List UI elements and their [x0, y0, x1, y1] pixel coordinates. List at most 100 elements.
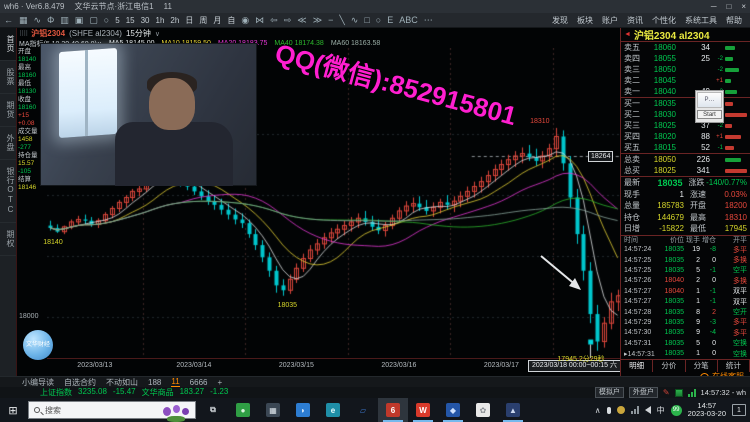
trade-row: 14:57:30180359-4多平: [621, 328, 750, 338]
watch-tab-不动如山[interactable]: 不动如山: [106, 377, 138, 388]
app-chat-icon[interactable]: ◗: [288, 398, 318, 422]
back-icon[interactable]: ←: [4, 14, 13, 27]
taskview-icon[interactable]: ⧉: [198, 398, 228, 422]
app-wh6-icon[interactable]: 6: [378, 398, 408, 422]
tray-badge[interactable]: 99: [671, 405, 682, 416]
minimize-button[interactable]: ─: [711, 2, 717, 11]
menu-账户[interactable]: 账户: [602, 15, 618, 26]
tray-caret-icon[interactable]: ∧: [595, 406, 601, 415]
chart-area[interactable]: ⠿⠿ 沪铝2304 (SHFE al2304) 15分钟 ∨ MA指标(5,10…: [16, 28, 620, 376]
sim-account-button[interactable]: 模拟户: [595, 387, 624, 398]
period-button-月[interactable]: 月: [213, 15, 221, 26]
search-highlight-image[interactable]: [159, 403, 193, 422]
microphone-icon[interactable]: [607, 407, 611, 414]
trade-oi-change: -1: [700, 288, 716, 295]
maximize-button[interactable]: □: [726, 2, 731, 11]
trade-time: 14:57:27: [624, 288, 658, 295]
app-explorer-icon[interactable]: ▱: [348, 398, 378, 422]
chevron-down-icon[interactable]: ∨: [155, 30, 160, 38]
ask-levels: 卖五1806034卖四1805525-2卖三18050-2卖二18045+1卖一…: [621, 42, 750, 97]
period-button-自[interactable]: 自: [227, 15, 235, 26]
popup-start-button[interactable]: Start: [697, 110, 722, 119]
minus-icon[interactable]: −: [328, 14, 333, 27]
sidebar-item-期货[interactable]: 期货: [0, 94, 16, 127]
watch-tab-11[interactable]: 11: [171, 377, 179, 387]
wave-icon[interactable]: ∿: [351, 14, 359, 27]
latency-value: 11: [164, 2, 172, 11]
refresh-icon[interactable]: ○: [104, 14, 109, 27]
sidebar-item-外盘[interactable]: 外盘: [0, 127, 16, 160]
watch-tab-188[interactable]: 188: [148, 378, 161, 387]
webcam-video-overlay[interactable]: [41, 44, 256, 185]
abc-tool-icon[interactable]: ABC: [399, 14, 418, 27]
image-icon[interactable]: ▣: [75, 14, 84, 27]
slash-icon[interactable]: ╲: [339, 14, 344, 27]
stat-label: 持仓: [624, 212, 648, 223]
collapse-icon[interactable]: ≪: [297, 14, 306, 27]
swap-icon[interactable]: ⋈: [255, 14, 264, 27]
app-blue-icon[interactable]: ◆: [438, 398, 468, 422]
menu-资讯[interactable]: 资讯: [627, 15, 643, 26]
sidebar-item-期权[interactable]: 期权: [0, 223, 16, 256]
trade-oi-change: -1: [700, 267, 716, 274]
save-icon[interactable]: ▢: [89, 14, 98, 27]
book-row-买三: 买三1802537-2: [621, 120, 750, 131]
watch-tab-6666[interactable]: 6666: [190, 378, 208, 387]
app-flower-icon[interactable]: ✿: [468, 398, 498, 422]
menu-个性化[interactable]: 个性化: [652, 15, 676, 26]
ime-indicator[interactable]: 中: [657, 405, 665, 416]
stats-block: 最新18035涨跌-140/0.77%现手1涨速0.03%总量185783开盘1…: [621, 176, 750, 235]
popup-window[interactable]: P… Start: [695, 90, 724, 123]
menu-系统工具[interactable]: 系统工具: [685, 15, 717, 26]
sidebar-item-股票[interactable]: 股票: [0, 61, 16, 94]
trade-price: 18035: [658, 350, 684, 357]
text-tool-icon[interactable]: E: [387, 14, 393, 27]
app-wps-icon[interactable]: W: [408, 398, 438, 422]
period-button-30[interactable]: 30: [141, 16, 150, 25]
notification-icon[interactable]: 1: [732, 404, 746, 416]
network-icon[interactable]: [631, 406, 639, 414]
menu-发现[interactable]: 发现: [552, 15, 568, 26]
compass-icon[interactable]: Φ: [47, 14, 54, 27]
drag-handle-icon[interactable]: ⠿⠿: [19, 30, 27, 38]
watch-tab-自选合约[interactable]: 自选合约: [64, 377, 96, 388]
table-icon[interactable]: ▦: [19, 14, 28, 27]
period-button-5[interactable]: 5: [115, 16, 119, 25]
period-button-1h[interactable]: 1h: [156, 16, 165, 25]
watch-tab-+[interactable]: +: [217, 378, 222, 387]
market-icon[interactable]: [675, 389, 683, 397]
trend-line-icon[interactable]: ∿: [34, 14, 42, 27]
search-box[interactable]: 搜索: [28, 401, 196, 419]
kline-icon[interactable]: ▥: [60, 14, 69, 27]
app-calc-icon[interactable]: ▦: [258, 398, 288, 422]
app-360-icon[interactable]: ●: [228, 398, 258, 422]
circle-draw-icon[interactable]: ○: [376, 14, 381, 27]
pen-icon[interactable]: ✎: [663, 388, 670, 397]
period-button-2h[interactable]: 2h: [170, 16, 179, 25]
period-label[interactable]: 15分钟: [126, 28, 151, 39]
watch-tab-小编导读[interactable]: 小编导读: [22, 377, 54, 388]
app-edge-icon[interactable]: e: [318, 398, 348, 422]
period-button-日[interactable]: 日: [185, 15, 193, 26]
period-button-周[interactable]: 周: [199, 15, 207, 26]
more-icon[interactable]: ⋯: [424, 14, 433, 27]
close-button[interactable]: ×: [741, 2, 746, 11]
tray-app-icon[interactable]: [617, 406, 625, 414]
expand-icon[interactable]: ≫: [313, 14, 322, 27]
sidebar-item-银行OTC[interactable]: 银行OTC: [0, 160, 16, 223]
taskbar-clock[interactable]: 14:57 2023-03-20: [688, 402, 726, 418]
period-button-15[interactable]: 15: [126, 16, 135, 25]
prev-icon[interactable]: ⇦: [270, 14, 278, 27]
start-button[interactable]: ⊞: [0, 398, 26, 422]
next-icon[interactable]: ⇨: [284, 14, 292, 27]
eye-icon[interactable]: ◉: [241, 14, 249, 27]
foreign-account-button[interactable]: 外盘户: [629, 387, 658, 398]
rect-draw-icon[interactable]: □: [364, 14, 369, 27]
trade-time: 14:57:27: [624, 298, 658, 305]
sidebar-item-首页[interactable]: 首页: [0, 28, 16, 61]
volume-icon[interactable]: [645, 406, 651, 414]
menu-帮助[interactable]: 帮助: [726, 15, 742, 26]
menu-板块[interactable]: 板块: [577, 15, 593, 26]
app-photos-icon[interactable]: ▲: [498, 398, 528, 422]
stat-row: 现手1涨速0.03%: [621, 189, 750, 201]
